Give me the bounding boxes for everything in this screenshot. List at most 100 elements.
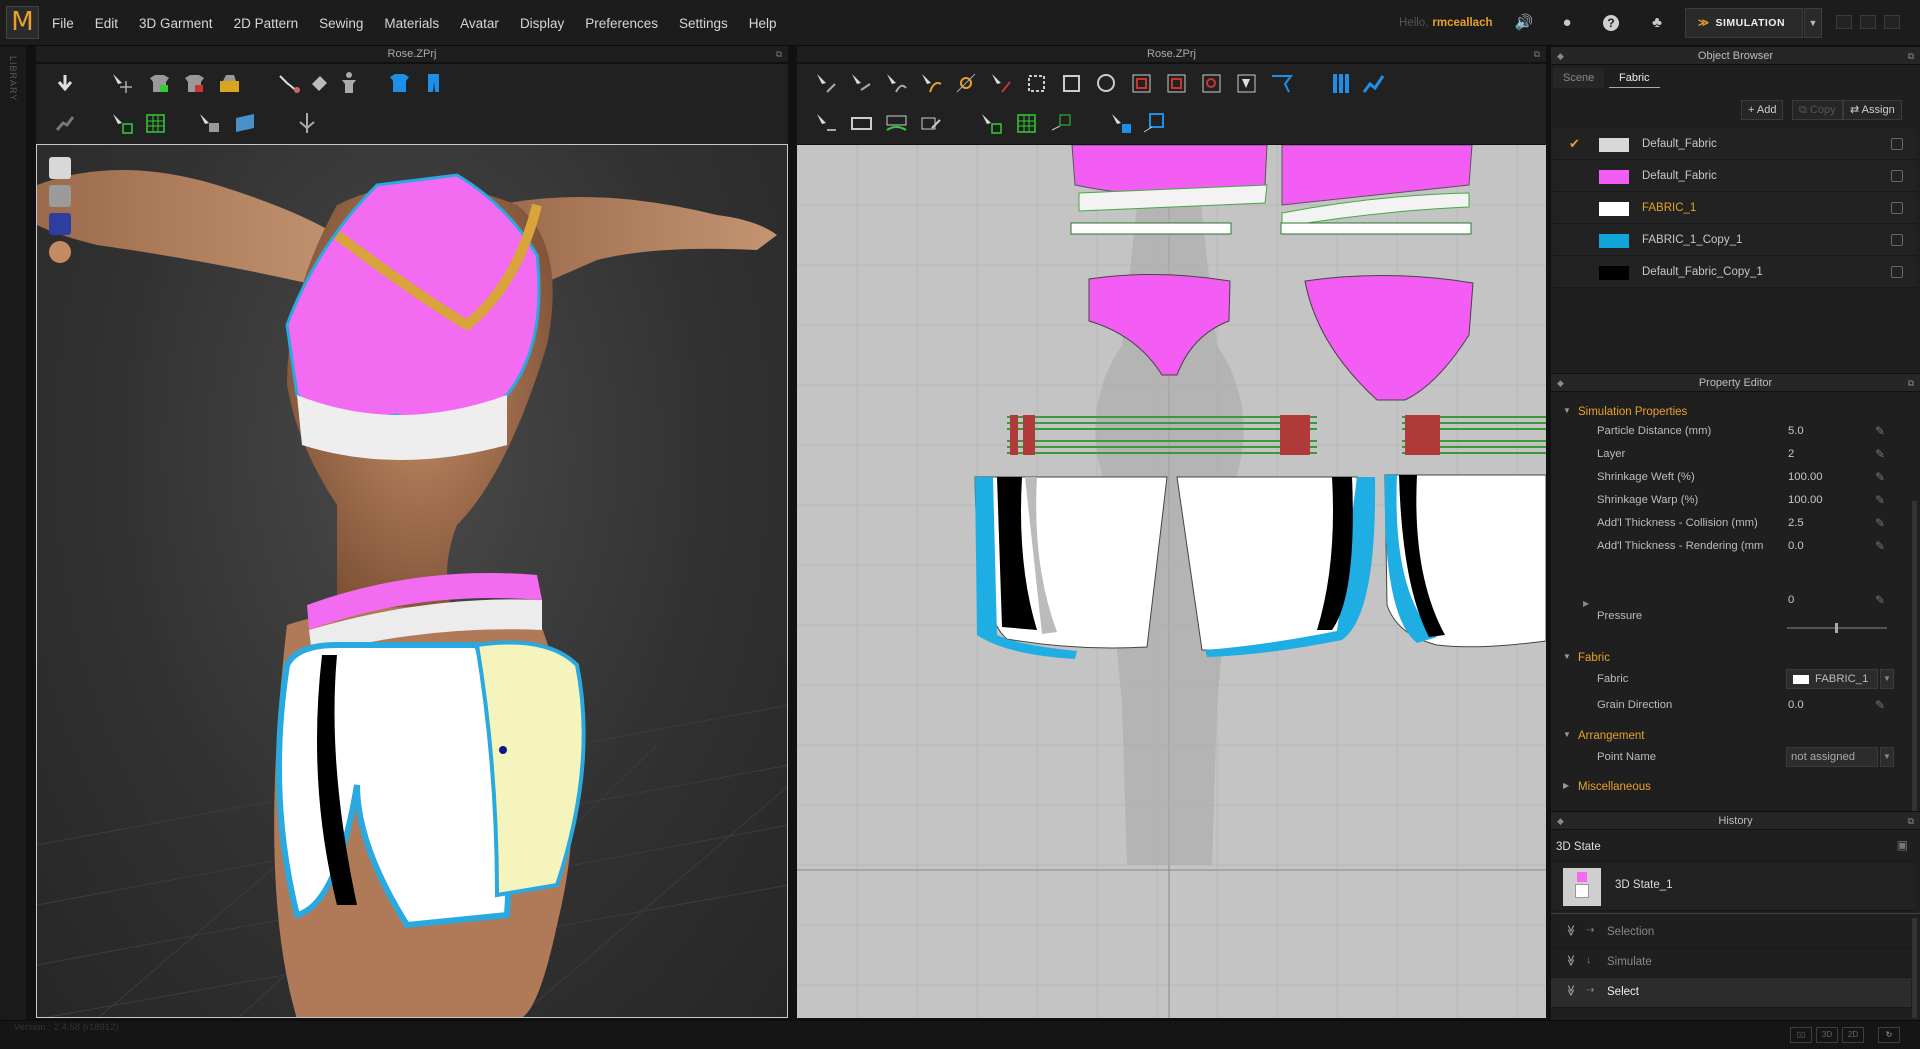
edit-pen-icon[interactable]: ✎	[1875, 516, 1885, 530]
chevron-down-icon[interactable]: ▼	[1880, 747, 1894, 767]
edit-pattern-icon[interactable]	[848, 70, 875, 97]
add-garment-icon[interactable]	[146, 70, 173, 97]
edit-sewing-icon[interactable]	[813, 110, 840, 137]
fabric-list-item[interactable]: Default_Fabric_Copy_1	[1553, 257, 1917, 288]
menu-edit[interactable]: Edit	[95, 16, 118, 31]
point-name-select[interactable]: not assigned	[1786, 747, 1878, 767]
rectangle-icon[interactable]	[1058, 70, 1085, 97]
fabric-save-icon[interactable]	[1891, 170, 1903, 182]
menu-avatar[interactable]: Avatar	[460, 16, 499, 31]
fabric-save-icon[interactable]	[1891, 202, 1903, 214]
property-value[interactable]: 0	[1788, 594, 1794, 606]
select-mesh-2d-icon[interactable]	[978, 110, 1005, 137]
sync-icon[interactable]: ↻	[1878, 1027, 1900, 1043]
simulate-avatar-icon[interactable]	[52, 110, 79, 137]
menu-materials[interactable]: Materials	[384, 16, 439, 31]
menu-settings[interactable]: Settings	[679, 16, 728, 31]
pattern-arrange-icon[interactable]	[1360, 70, 1387, 97]
property-pressure[interactable]: ▶ Pressure 0 ✎	[1551, 592, 1910, 622]
edit-curve-icon[interactable]	[883, 70, 910, 97]
restore-button[interactable]	[1860, 15, 1876, 29]
circle-icon[interactable]	[1093, 70, 1120, 97]
select-fold-icon[interactable]	[196, 110, 223, 137]
property-value[interactable]: 2.5	[1788, 517, 1804, 529]
popout-icon[interactable]: ⧉	[1908, 374, 1914, 393]
viewport-3d[interactable]	[36, 144, 788, 1018]
free-sewing-icon[interactable]	[883, 110, 910, 137]
texture-edit-icon[interactable]	[1140, 110, 1167, 137]
view-garment-icon[interactable]	[49, 157, 71, 179]
community-icon[interactable]: ♣	[1647, 13, 1667, 33]
move-down-icon[interactable]	[52, 70, 79, 97]
mesh-grid-2d-icon[interactable]	[1013, 110, 1040, 137]
edit-segment-icon[interactable]	[988, 70, 1015, 97]
close-button[interactable]	[1884, 15, 1900, 29]
edit-pen-icon[interactable]: ✎	[1875, 593, 1885, 607]
slider-handle[interactable]	[1835, 623, 1838, 633]
pin-icon[interactable]: ◆	[1557, 47, 1564, 66]
minimize-button[interactable]	[1836, 15, 1852, 29]
edit-pen-icon[interactable]: ✎	[1875, 470, 1885, 484]
pin-tool-icon[interactable]	[276, 70, 303, 97]
view-3d-button[interactable]: 3D	[1816, 1027, 1838, 1043]
internal-circle-icon[interactable]	[1198, 70, 1225, 97]
speaker-icon[interactable]: 🔊	[1514, 13, 1534, 33]
avatar-pose-icon[interactable]	[336, 70, 363, 97]
polygon-icon[interactable]	[1023, 70, 1050, 97]
menu-help[interactable]: Help	[749, 16, 777, 31]
mesh-pin-icon[interactable]	[1048, 110, 1075, 137]
property-value[interactable]: 5.0	[1788, 425, 1804, 437]
menu-file[interactable]: File	[52, 16, 74, 31]
popout-icon[interactable]: ⧉	[1534, 46, 1540, 63]
assign-fabric-button[interactable]: ⇄ Assign	[1843, 100, 1902, 120]
pin-icon[interactable]: ◆	[1557, 812, 1564, 831]
mesh-grid-icon[interactable]	[142, 110, 169, 137]
fabric-save-icon[interactable]	[1891, 234, 1903, 246]
view-avatar-icon[interactable]	[49, 185, 71, 207]
check-sewing-icon[interactable]	[918, 110, 945, 137]
history-state-item[interactable]: 3D State_1	[1553, 861, 1915, 911]
help-icon[interactable]: ?	[1603, 15, 1619, 31]
history-entry[interactable]: ≫ ⇢ Select	[1551, 978, 1911, 1008]
pattern-blue-icon[interactable]	[1328, 70, 1355, 97]
copy-fabric-button[interactable]: ⧉ Copy	[1792, 100, 1843, 120]
select-texture-icon[interactable]	[1108, 110, 1135, 137]
history-entry[interactable]: ≫ ↓ Simulate	[1551, 948, 1911, 978]
fabric-save-icon[interactable]	[1891, 266, 1903, 278]
property-value[interactable]: 0.0	[1788, 540, 1804, 552]
property-point-name[interactable]: Point Name not assigned ▼	[1551, 744, 1910, 771]
chevron-down-icon[interactable]: ≫	[1564, 955, 1577, 967]
curve-point-icon[interactable]	[918, 70, 945, 97]
fabric-list-item[interactable]: FABRIC_1_Copy_1	[1553, 225, 1917, 256]
property-row[interactable]: Add'l Thickness - Rendering (mm 0.0 ✎	[1551, 533, 1910, 560]
chevron-down-icon[interactable]: ≫	[1564, 985, 1577, 997]
chevron-down-icon[interactable]: ▼	[1880, 669, 1894, 689]
split-view-icon[interactable]: ▯▯	[1790, 1027, 1812, 1043]
pressure-slider[interactable]	[1787, 623, 1887, 633]
menu-2d-pattern[interactable]: 2D Pattern	[234, 16, 299, 31]
pants-blue-icon[interactable]	[420, 70, 447, 97]
fold-plane-icon[interactable]	[232, 110, 259, 137]
history-entry[interactable]: ≫ ⇢ Selection	[1551, 918, 1911, 948]
popout-icon[interactable]: ⧉	[776, 46, 782, 63]
edit-pen-icon[interactable]: ✎	[1875, 539, 1885, 553]
camera-icon[interactable]: ▣	[1897, 838, 1908, 852]
chevron-down-icon[interactable]: ≫	[1564, 925, 1577, 937]
property-value[interactable]: 0.0	[1788, 699, 1804, 711]
property-value[interactable]: 100.00	[1788, 471, 1823, 483]
menu-preferences[interactable]: Preferences	[585, 16, 658, 31]
menu-display[interactable]: Display	[520, 16, 564, 31]
transform-pattern-icon[interactable]	[813, 70, 840, 97]
fabric-list-item[interactable]: FABRIC_1	[1553, 193, 1917, 224]
edit-pen-icon[interactable]: ✎	[1875, 698, 1885, 712]
view-skin-icon[interactable]	[49, 241, 71, 263]
viewport-2d[interactable]	[797, 145, 1546, 1018]
user-name[interactable]: rmceallach	[1432, 17, 1492, 29]
mode-dropdown-icon[interactable]: ▼	[1804, 8, 1822, 38]
select-mesh-icon[interactable]	[109, 110, 136, 137]
fabric-save-icon[interactable]	[1891, 138, 1903, 150]
library-tab[interactable]: LIBRARY	[0, 46, 27, 1031]
dart-icon[interactable]	[1233, 70, 1260, 97]
remove-garment-icon[interactable]	[181, 70, 208, 97]
pin-icon[interactable]: ◆	[1557, 374, 1564, 393]
